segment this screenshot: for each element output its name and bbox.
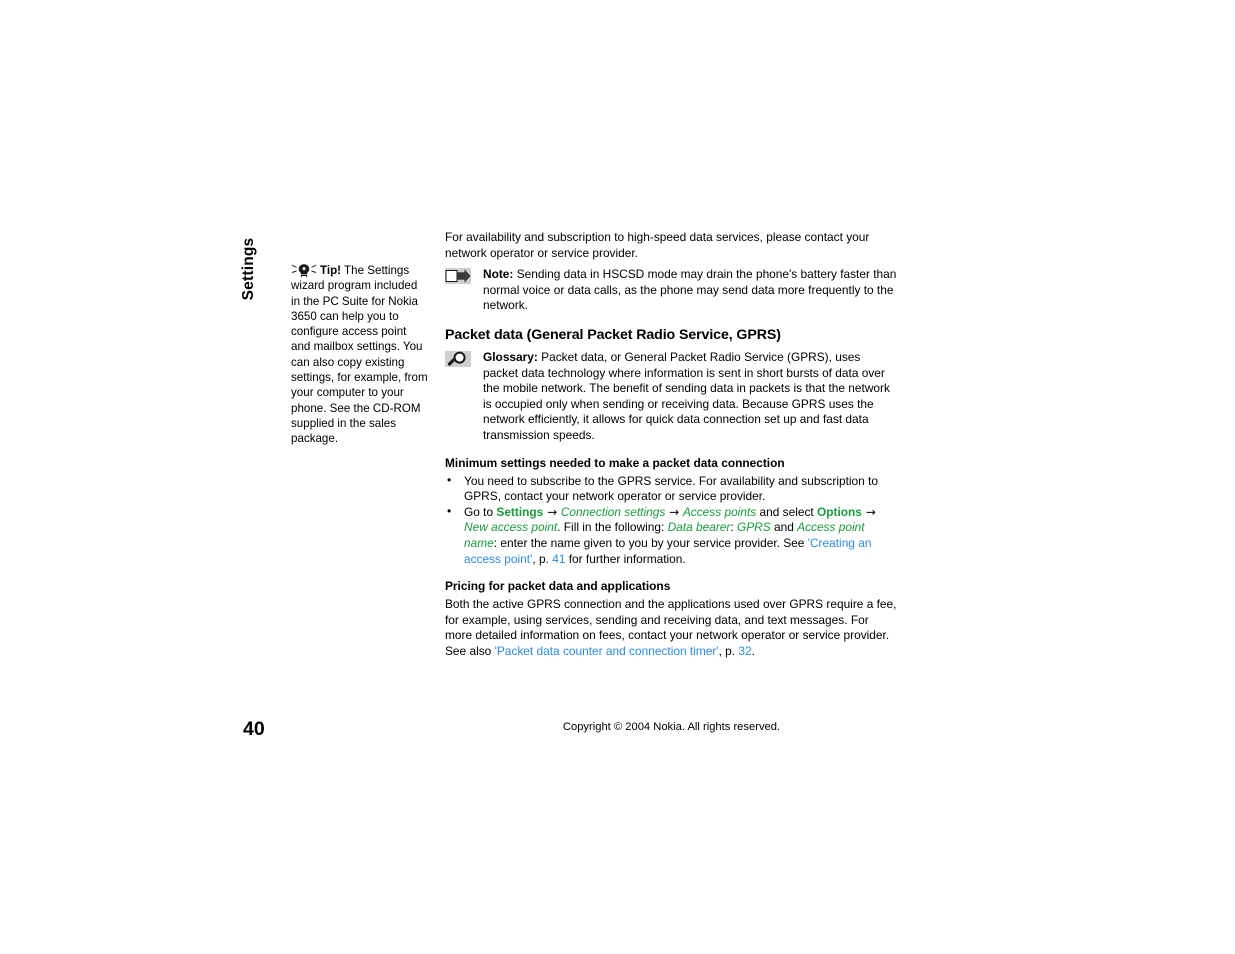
list-item: You need to subscribe to the GPRS servic… (445, 473, 898, 505)
glossary-body-text: Packet data, or General Packet Radio Ser… (483, 349, 890, 442)
main-content-column: For availability and subscription to hig… (445, 230, 898, 665)
ui-label-data-bearer: Data bearer (667, 520, 731, 535)
pricing-paragraph: Both the active GPRS connection and the … (445, 597, 898, 659)
cross-reference-page-41[interactable]: 41 (552, 552, 565, 566)
bullet2-seg-t7: , p. (532, 551, 553, 566)
bullet-2-text: Go to Settings → Connection settings → A… (464, 505, 876, 566)
ui-value-gprs: GPRS (736, 520, 771, 535)
bullet-1-text: You need to subscribe to the GPRS servic… (464, 473, 878, 504)
ui-label-access-points: Access points (682, 504, 757, 519)
page-number: 40 (243, 718, 265, 740)
bullet2-seg-t5: and (770, 520, 798, 535)
note-lead-label: Note: (483, 267, 514, 282)
bullet2-seg-t4: : (730, 520, 737, 535)
bullet2-seg-t3: . Fill in the following: (557, 520, 668, 535)
bullet2-seg-t8: for further information. (565, 551, 686, 566)
magnifier-glossary-icon (445, 350, 475, 368)
margin-column: Tip! The Settings wizard program include… (291, 263, 428, 447)
lightbulb-tip-icon (291, 263, 317, 278)
ui-label-new-access-point: New access point (464, 520, 558, 535)
tip-body-text: The Settings wizard program included in … (291, 264, 428, 446)
note-body-text: Sending data in HSCSD mode may drain the… (483, 267, 897, 313)
chapter-tab: Settings (236, 228, 262, 318)
bullet2-seg-t6: : enter the name given to you by your se… (493, 535, 808, 550)
note-arrow-icon (445, 268, 475, 285)
glossary-callout: Glossary: Packet data, or General Packet… (445, 350, 898, 444)
tip-lead-label: Tip! (320, 264, 342, 277)
cross-reference-link-packet-data-counter[interactable]: 'Packet data counter and connection time… (495, 644, 719, 658)
pricing-seg-t3: . (751, 643, 755, 658)
ui-label-settings: Settings (496, 504, 544, 519)
ui-label-options: Options (817, 504, 862, 519)
copyright-notice: Copyright © 2004 Nokia. All rights reser… (562, 721, 781, 733)
glossary-lead-label: Glossary: (483, 349, 538, 364)
note-callout: Note: Sending data in HSCSD mode may dra… (445, 267, 898, 314)
bullet2-seg-t2: and select (756, 504, 817, 519)
pricing-seg-t2: , p. (718, 643, 739, 658)
section-heading-packet-data: Packet data (General Packet Radio Servic… (445, 326, 781, 343)
bullet2-seg-t1: Go to (464, 504, 497, 519)
intro-paragraph: For availability and subscription to hig… (445, 230, 870, 260)
manual-page: Settings Tip! The Settings wizard progra… (0, 0, 1235, 954)
ui-label-connection-settings: Connection settings (560, 504, 666, 519)
tip-callout: Tip! The Settings wizard program include… (291, 263, 428, 447)
arrow-glyph: → (543, 504, 561, 519)
chapter-tab-label: Settings (240, 237, 257, 301)
list-item: Go to Settings → Connection settings → A… (445, 504, 898, 567)
arrow-glyph: → (861, 504, 876, 519)
minimum-settings-list: You need to subscribe to the GPRS servic… (445, 473, 898, 568)
subheading-minimum-settings: Minimum settings needed to make a packet… (445, 455, 785, 470)
arrow-glyph: → (665, 504, 683, 519)
cross-reference-page-32[interactable]: 32 (738, 644, 751, 658)
subheading-pricing: Pricing for packet data and applications (445, 579, 671, 594)
